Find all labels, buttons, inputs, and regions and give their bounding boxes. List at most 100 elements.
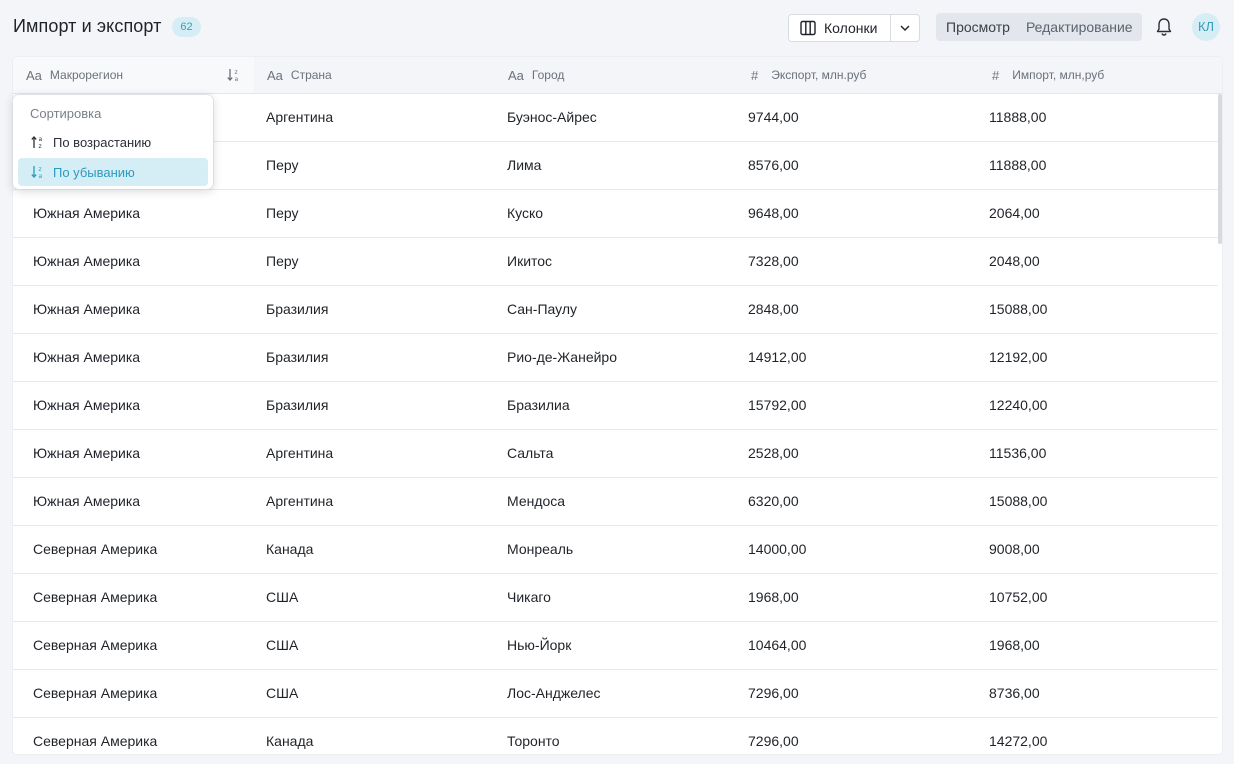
text-type-icon: Aa [267, 67, 283, 83]
record-count-badge: 62 [172, 17, 201, 37]
cell-export: 1968,00 [748, 589, 799, 605]
table-row[interactable]: Северная Америка Канада Монреаль 14000,00 90… [13, 526, 1218, 574]
table-row[interactable]: Северная Америка Канада Торонто 7296,00 1427… [13, 718, 1218, 754]
columns-icon [800, 20, 816, 36]
columns-button-main[interactable]: Колонки [789, 15, 890, 41]
cell-export: 2848,00 [748, 301, 799, 317]
mode-view-option[interactable]: Просмотр [946, 19, 1010, 35]
cell-import: 15088,00 [989, 493, 1048, 509]
sort-ascending-icon: a z [31, 136, 43, 149]
mode-edit-option[interactable]: Редактирование [1026, 19, 1133, 35]
sort-descending-option[interactable]: z a По убыванию [18, 158, 208, 186]
table-row[interactable]: Южная Америка Перу Икитос 7328,00 2048,00 [13, 238, 1218, 286]
table-row[interactable]: Южная Америка Бразилия Бразилиа 15792,00 122… [13, 382, 1218, 430]
bell-icon[interactable] [1155, 17, 1173, 37]
column-header-country[interactable]: Aa Страна [254, 57, 495, 93]
column-header-export[interactable]: # Экспорт, млн.руб [736, 57, 977, 93]
cell-macroregion: Северная Америка [33, 637, 158, 653]
cell-import: 9008,00 [989, 541, 1040, 557]
cell-export: 10464,00 [748, 637, 807, 653]
table-scrollbar[interactable] [1218, 94, 1222, 754]
cell-export: 2528,00 [748, 445, 799, 461]
table-row[interactable]: Южная Америка Аргентина Сальта 2528,00 11536… [13, 430, 1218, 478]
sort-descending-label: По убыванию [53, 164, 135, 180]
cell-macroregion: Южная Америка [33, 349, 141, 365]
svg-text:a: a [39, 173, 43, 179]
svg-text:a: a [235, 76, 239, 82]
cell-country: США [266, 589, 299, 605]
table-row[interactable]: Южная Америка Перу Куско 9648,00 2064,00 [13, 190, 1218, 238]
cell-macroregion: Южная Америка [33, 205, 141, 221]
cell-import: 10752,00 [989, 589, 1048, 605]
column-header-import[interactable]: # Импорт, млн,руб [977, 57, 1218, 93]
cell-city: Бразилиа [507, 397, 570, 413]
cell-city: Нью-Йорк [507, 637, 572, 653]
columns-dropdown-toggle[interactable] [890, 15, 919, 41]
cell-macroregion: Южная Америка [33, 301, 141, 317]
column-header-city[interactable]: Aa Город [495, 57, 736, 93]
table-row[interactable]: Северная Америка США Лос-Анджелес 7296,00 87… [13, 670, 1218, 718]
cell-city: Сан-Паулу [507, 301, 577, 317]
cell-import: 12192,00 [989, 349, 1048, 365]
cell-import: 8736,00 [989, 685, 1040, 701]
number-type-icon: # [992, 67, 1000, 83]
cell-macroregion: Южная Америка [33, 493, 141, 509]
column-header-macroregion[interactable]: Aa Макрорегион z a [13, 57, 254, 93]
cell-city: Торонто [507, 733, 560, 749]
cell-city: Лима [507, 157, 542, 173]
sort-ascending-option[interactable]: a z По возрастанию [18, 128, 208, 156]
cell-city: Икитос [507, 253, 553, 269]
cell-country: Перу [266, 157, 299, 173]
column-header-label: Страна [290, 68, 332, 82]
cell-country: Бразилия [266, 301, 329, 317]
sort-descending-icon[interactable]: z a [227, 68, 241, 82]
page-title: Импорт и экспорт [13, 16, 162, 36]
cell-city: Куско [507, 205, 544, 221]
table-row[interactable]: Северная Америка США Чикаго 1968,00 10752,00 [13, 574, 1218, 622]
svg-text:a: a [39, 136, 43, 143]
cell-country: Бразилия [266, 349, 329, 365]
cell-country: Канада [266, 733, 314, 749]
cell-country: США [266, 637, 299, 653]
columns-button[interactable]: Колонки [788, 14, 920, 42]
cell-country: США [266, 685, 299, 701]
cell-city: Мендоса [507, 493, 566, 509]
cell-macroregion: Северная Америка [33, 733, 158, 749]
svg-text:z: z [235, 69, 238, 76]
cell-country: Аргентина [266, 109, 334, 125]
table-body: Южная Америка Аргентина Буэнос-Айрес 9744,0… [13, 94, 1218, 754]
table-row[interactable]: Северная Америка США Нью-Йорк 10464,00 1968,… [13, 622, 1218, 670]
cell-export: 7296,00 [748, 733, 799, 749]
cell-macroregion: Южная Америка [33, 397, 141, 413]
sort-descending-icon: z a [31, 166, 43, 179]
cell-export: 15792,00 [748, 397, 807, 413]
cell-export: 14000,00 [748, 541, 807, 557]
table-row[interactable]: Южная Америка Аргентина Мендоса 6320,00 1508… [13, 478, 1218, 526]
cell-export: 6320,00 [748, 493, 799, 509]
number-type-icon: # [751, 67, 759, 83]
cell-export: 9744,00 [748, 109, 799, 125]
user-avatar[interactable]: КЛ [1192, 13, 1220, 41]
cell-export: 7296,00 [748, 685, 799, 701]
scrollbar-thumb[interactable] [1218, 94, 1222, 244]
cell-import: 14272,00 [989, 733, 1048, 749]
text-type-icon: Aa [508, 67, 524, 83]
sort-menu-title: Сортировка [30, 106, 102, 121]
svg-text:z: z [39, 166, 42, 173]
table-header: Aa Макрорегион z a Aa Страна Aa Город # … [13, 57, 1222, 94]
cell-country: Аргентина [266, 445, 334, 461]
cell-import: 1968,00 [989, 637, 1040, 653]
text-type-icon: Aa [26, 67, 42, 83]
cell-macroregion: Северная Америка [33, 685, 158, 701]
table-row[interactable]: Южная Америка Бразилия Сан-Паулу 2848,00 150… [13, 286, 1218, 334]
cell-country: Перу [266, 253, 299, 269]
table-row[interactable]: Южная Америка Бразилия Рио-де-Жанейро 14912… [13, 334, 1218, 382]
cell-import: 2064,00 [989, 205, 1040, 221]
column-header-label: Город [531, 68, 565, 82]
cell-city: Буэнос-Айрес [507, 109, 597, 125]
svg-text:z: z [39, 143, 42, 149]
sort-ascending-label: По возрастанию [53, 134, 152, 150]
cell-import: 2048,00 [989, 253, 1040, 269]
chevron-down-icon [900, 25, 910, 31]
cell-import: 11888,00 [989, 157, 1047, 173]
